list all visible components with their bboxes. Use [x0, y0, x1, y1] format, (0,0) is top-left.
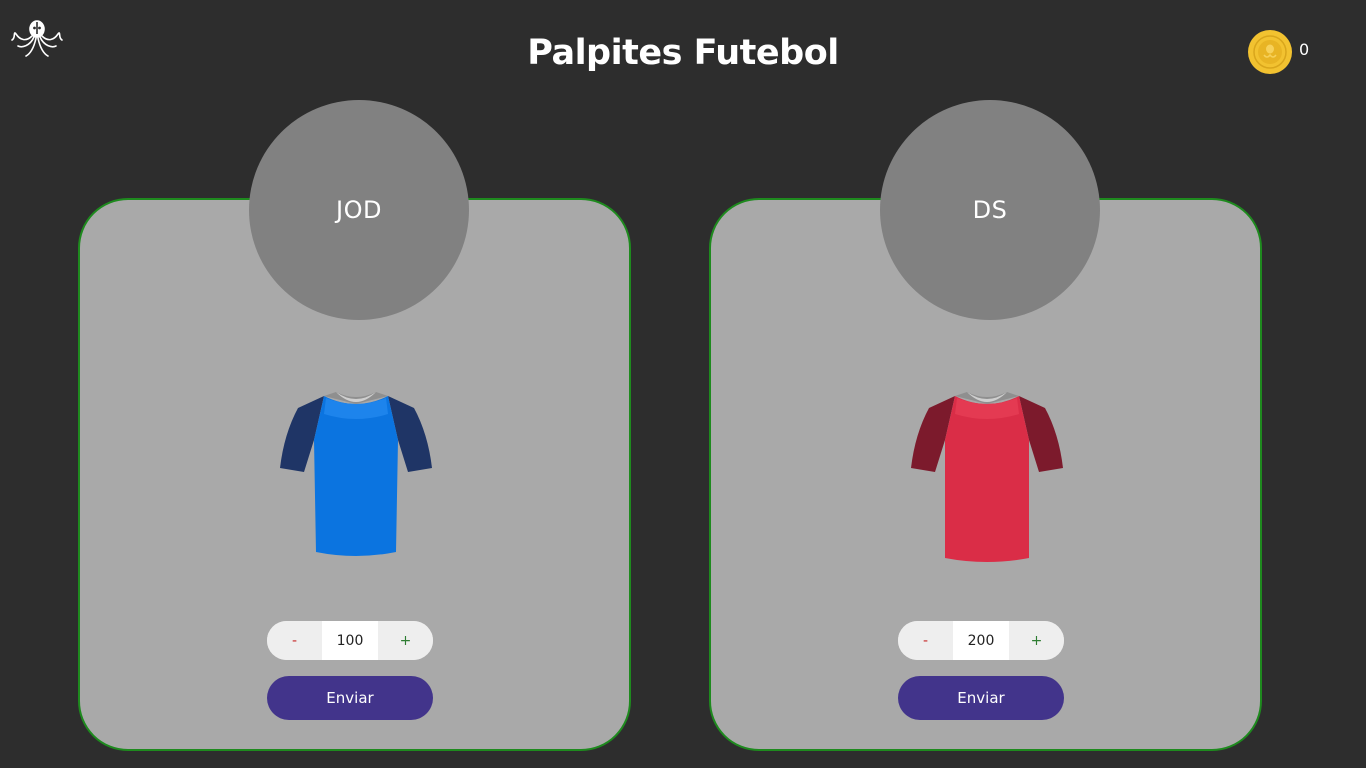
- jersey-icon: [907, 384, 1067, 564]
- submit-button[interactable]: Enviar: [898, 676, 1064, 720]
- bet-stepper: - +: [267, 621, 433, 660]
- page: Palpites Futebol 0 JOD - 100 + Enviar DS…: [0, 0, 1366, 768]
- bet-amount-input[interactable]: [953, 621, 1009, 660]
- coin-count: 0: [1299, 40, 1310, 59]
- bet-amount-input[interactable]: [322, 621, 378, 660]
- page-title: Palpites Futebol: [527, 33, 839, 73]
- decrease-button[interactable]: -: [898, 621, 953, 660]
- bet-card-right: DS - + Enviar: [709, 100, 1262, 751]
- decrease-button[interactable]: -: [267, 621, 322, 660]
- bet-stepper: - +: [898, 621, 1064, 660]
- submit-button[interactable]: Enviar: [267, 676, 433, 720]
- increase-button[interactable]: +: [1009, 621, 1064, 660]
- coin-balance[interactable]: 0: [1247, 29, 1309, 75]
- gold-coin-icon: [1247, 29, 1293, 75]
- bet-card-left: JOD - + Enviar: [78, 100, 631, 751]
- increase-button[interactable]: +: [378, 621, 433, 660]
- jersey-icon: [276, 384, 436, 564]
- team-badge: JOD: [249, 100, 469, 320]
- team-badge: DS: [880, 100, 1100, 320]
